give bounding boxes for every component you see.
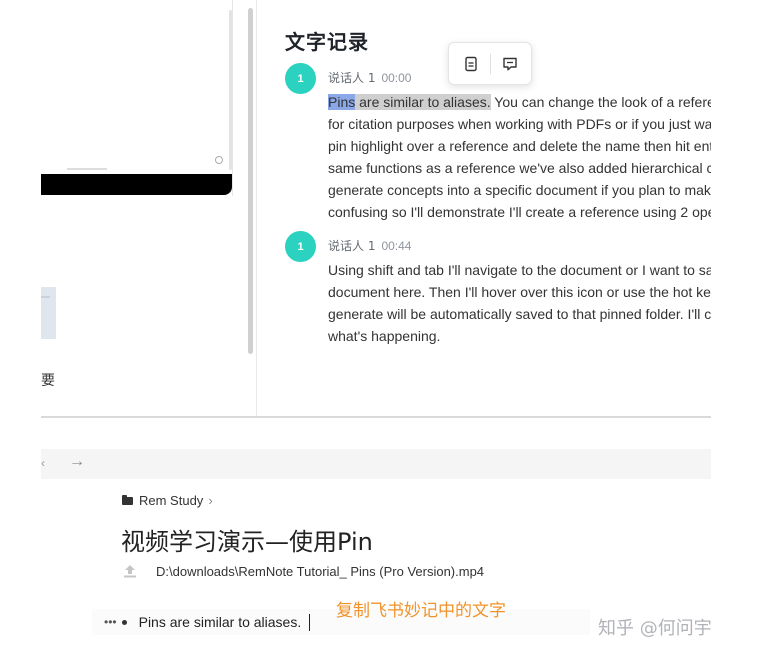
text-line[interactable]: generate will be automatically saved to … (328, 303, 711, 325)
selected-sentence[interactable]: are similar to aliases. (355, 94, 491, 110)
chevron-right-icon: › (208, 493, 213, 508)
folder-icon (122, 494, 133, 505)
video-control-bar[interactable] (41, 174, 232, 195)
speaker-avatar: 1 (285, 231, 316, 262)
back-arrow-icon[interactable]: ‹ (41, 456, 45, 470)
watermark: 知乎 @何问宇 (598, 618, 712, 639)
bullet-icon[interactable] (121, 619, 127, 625)
segment-text[interactable]: Using shift and tab I'll navigate to the… (328, 259, 711, 347)
speaker-name: 说话人 1 (328, 71, 376, 85)
thumbnail-line (41, 296, 50, 298)
left-pane-scrollbar[interactable] (248, 8, 253, 354)
speaker-meta: 说话人 1 00:00 (328, 69, 411, 86)
selected-word[interactable]: Pins (328, 94, 356, 110)
text-line[interactable]: Using shift and tab I'll navigate to the… (328, 259, 711, 281)
video-scroll-track (229, 10, 232, 170)
video-progress-line (67, 168, 107, 170)
text-caret (309, 613, 311, 631)
drag-handle-icon[interactable]: ••• (104, 615, 117, 629)
transcript-title: 文字记录 (285, 30, 369, 54)
segment-timestamp[interactable]: 00:00 (381, 71, 411, 85)
toolbar-separator (489, 53, 491, 74)
video-caption: 复制飞书妙记中的文字 (336, 601, 506, 621)
segment-timestamp[interactable]: 00:44 (381, 239, 411, 253)
selection-toolbar (448, 42, 532, 85)
speaker-meta: 说话人 1 00:44 (328, 237, 411, 254)
upload-icon[interactable] (122, 563, 138, 579)
file-path[interactable]: D:\downloads\RemNote Tutorial_ Pins (Pro… (156, 564, 484, 579)
text-line[interactable]: document here. Then I'll hover over this… (328, 281, 711, 303)
text-line[interactable]: generate concepts into a specific docume… (328, 179, 711, 201)
summary-label: 要 (41, 373, 55, 389)
text-line[interactable]: for citation purposes when working with … (328, 113, 711, 135)
comment-icon[interactable] (499, 53, 521, 75)
document-icon[interactable] (460, 53, 482, 75)
navigation-bar: ‹ → (41, 449, 711, 479)
speaker-name: 说话人 1 (328, 239, 376, 253)
breadcrumb[interactable]: Rem Study › (122, 493, 213, 508)
summary-thumbnail[interactable] (41, 287, 56, 339)
video-player[interactable] (41, 0, 233, 196)
text-line[interactable]: Pins are similar to aliases. You can cha… (328, 91, 711, 113)
screenshot-edge (41, 416, 711, 418)
minutes-window: 要 文字记录 1 说话人 1 00:00 Pins are similar to … (41, 0, 711, 418)
line-rest[interactable]: You can change the look of a refere (491, 94, 711, 110)
segment-text[interactable]: Pins are similar to aliases. You can cha… (328, 91, 711, 223)
speaker-avatar: 1 (285, 63, 316, 94)
rem-text[interactable]: Pins are similar to aliases. (139, 614, 302, 630)
text-line[interactable]: pin highlight over a reference and delet… (328, 135, 711, 157)
forward-arrow-icon[interactable]: → (69, 453, 85, 471)
text-line[interactable]: confusing so I'll demonstrate I'll creat… (328, 201, 711, 223)
breadcrumb-item[interactable]: Rem Study (139, 493, 203, 508)
media-source-row: D:\downloads\RemNote Tutorial_ Pins (Pro… (122, 563, 484, 579)
document-title[interactable]: 视频学习演示—使用Pin (121, 522, 373, 557)
transcript-pane: 文字记录 1 说话人 1 00:00 Pins are similar to al… (257, 0, 711, 418)
video-pane: 要 (41, 0, 257, 418)
fullscreen-icon[interactable] (215, 156, 223, 164)
text-line[interactable]: same functions as a reference we've also… (328, 157, 711, 179)
text-line[interactable]: what's happening. (328, 325, 711, 347)
